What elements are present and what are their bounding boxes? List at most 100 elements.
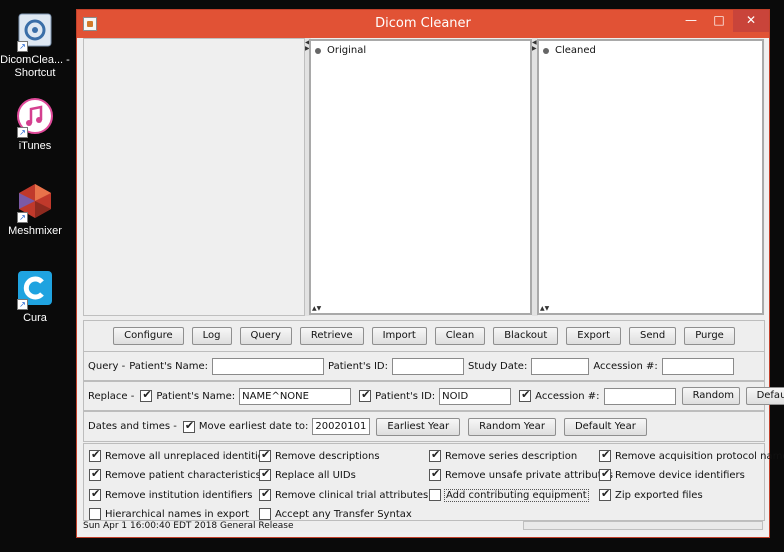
desktop-icon-label: Meshmixer [8,225,62,237]
option-label: Remove acquisition protocol name [615,450,784,462]
option-label: Remove clinical trial attributes [275,489,429,501]
query-patient-id-label: Patient's ID: [328,360,388,372]
replace-patient-name-checkbox[interactable] [140,388,153,402]
default-year-button[interactable]: Default Year [563,417,647,436]
original-pane[interactable]: Original ▲▼ [309,39,532,315]
purge-button[interactable]: Purge [684,327,735,345]
option-checkbox[interactable] [429,467,441,481]
option-label: Accept any Transfer Syntax [275,508,412,520]
window-controls: — □ ✕ [677,10,769,32]
desktop-icon-label: DicomClea... - Shortcut [0,54,70,79]
query-patient-name-input[interactable] [212,357,325,375]
retrieve-button[interactable]: Retrieve [299,327,364,345]
option-remove-acquisition-protocol-name[interactable]: Remove acquisition protocol name [599,448,784,462]
replace-label: Replace - [88,390,135,402]
query-study-date-input[interactable] [531,357,590,375]
option-accept-any-transfer-syntax[interactable]: Accept any Transfer Syntax [259,508,412,520]
title-bar[interactable]: Dicom Cleaner — □ ✕ [77,10,769,38]
dates-row: Dates and times - Move earliest date to:… [83,411,765,442]
cleaned-pane[interactable]: Cleaned ▲▼ [537,39,764,315]
option-checkbox[interactable] [89,508,101,520]
splitter-collapse-icon[interactable]: ◀ ▶ [532,40,537,52]
pane-resize-icon[interactable]: ▲▼ [312,306,321,312]
desktop-icon-label: iTunes [18,140,52,152]
desktop-icon-cura[interactable]: ↗ Cura [0,268,70,325]
original-header: Original [315,45,366,56]
option-checkbox[interactable] [429,489,441,501]
option-checkbox[interactable] [259,448,271,462]
pane-resize-icon[interactable]: ▲▼ [540,306,549,312]
option-label: Remove all unreplaced identities [105,450,270,462]
source-tree-pane[interactable] [83,38,305,316]
option-remove-device-identifiers[interactable]: Remove device identifiers [599,467,745,481]
cleaned-header: Cleaned [543,45,596,56]
close-button[interactable]: ✕ [733,10,769,32]
option-add-contributing-equipment[interactable]: Add contributing equipment [429,488,589,502]
query-study-date-label: Study Date: [468,360,528,372]
clean-button[interactable]: Clean [434,327,486,345]
option-checkbox[interactable] [259,508,271,520]
option-checkbox[interactable] [599,467,611,481]
option-remove-descriptions[interactable]: Remove descriptions [259,448,380,462]
desktop-icon-dicomcleaner[interactable]: ↗ DicomClea... - Shortcut [0,10,70,80]
option-remove-series-description[interactable]: Remove series description [429,448,577,462]
replace-patient-name-input[interactable] [239,387,352,405]
tree-node-icon [315,47,321,54]
import-button[interactable]: Import [371,327,427,345]
option-replace-all-uids[interactable]: Replace all UIDs [259,467,356,481]
dicom-cleaner-icon: ↗ [15,10,55,52]
earliest-date-input[interactable] [312,418,371,435]
dates-label: Dates and times - [88,421,177,432]
option-checkbox[interactable] [429,448,441,462]
option-label: Zip exported files [615,489,703,501]
query-patient-id-input[interactable] [392,357,464,375]
blackout-button[interactable]: Blackout [493,327,559,345]
move-earliest-date-checkbox[interactable] [182,419,195,433]
configure-button[interactable]: Configure [113,327,184,345]
meshmixer-icon: ↗ [15,181,55,223]
option-hierarchical-names[interactable]: Hierarchical names in export [89,508,249,520]
itunes-icon: ↗ [15,96,55,138]
earliest-year-button[interactable]: Earliest Year [376,417,461,436]
default-button[interactable]: Default [745,387,784,405]
option-checkbox[interactable] [599,487,611,501]
desktop-icon-itunes[interactable]: ↗ iTunes [0,96,70,153]
replace-accession-checkbox[interactable] [519,388,532,402]
desktop-icon-label: Cura [23,312,47,324]
send-button[interactable]: Send [629,327,677,345]
cleaned-label: Cleaned [555,45,596,56]
action-button-row: Configure Log Query Retrieve Import Clea… [83,320,765,352]
option-remove-unsafe-private-attributes[interactable]: Remove unsafe private attributes [429,467,613,481]
option-checkbox[interactable] [89,487,101,501]
option-remove-unreplaced-identities[interactable]: Remove all unreplaced identities [89,448,270,462]
option-label: Remove institution identifiers [105,489,253,501]
option-remove-patient-characteristics[interactable]: Remove patient characteristics [89,467,261,481]
query-label: Query - [88,360,126,372]
random-year-button[interactable]: Random Year [468,417,556,436]
export-button[interactable]: Export [566,327,621,345]
option-checkbox[interactable] [599,448,611,462]
query-accession-input[interactable] [661,357,734,375]
option-checkbox[interactable] [89,448,101,462]
maximize-button[interactable]: □ [705,10,733,32]
tree-node-icon [543,47,549,54]
replace-patient-id-input[interactable] [439,387,512,405]
option-checkbox[interactable] [259,467,271,481]
option-remove-clinical-trial-attributes[interactable]: Remove clinical trial attributes [259,487,429,501]
desktop-icon-meshmixer[interactable]: ↗ Meshmixer [0,181,70,238]
query-button[interactable]: Query [239,327,292,345]
shortcut-arrow-icon: ↗ [17,299,28,310]
option-checkbox[interactable] [259,487,271,501]
shortcut-arrow-icon: ↗ [17,127,28,138]
replace-accession-input[interactable] [603,387,676,405]
option-remove-institution-identifiers[interactable]: Remove institution identifiers [89,487,253,501]
option-checkbox[interactable] [89,467,101,481]
window-title: Dicom Cleaner [375,16,471,31]
minimize-button[interactable]: — [677,10,705,32]
option-zip-exported-files[interactable]: Zip exported files [599,487,703,501]
random-button[interactable]: Random [681,387,740,405]
log-button[interactable]: Log [191,327,232,345]
dicom-cleaner-window: Dicom Cleaner — □ ✕ ◀ ▶ Original ▲▼ ◀ ▶ Cl… [76,9,784,538]
replace-patient-name-label: Patient's Name: [156,390,236,402]
replace-patient-id-checkbox[interactable] [359,388,372,402]
